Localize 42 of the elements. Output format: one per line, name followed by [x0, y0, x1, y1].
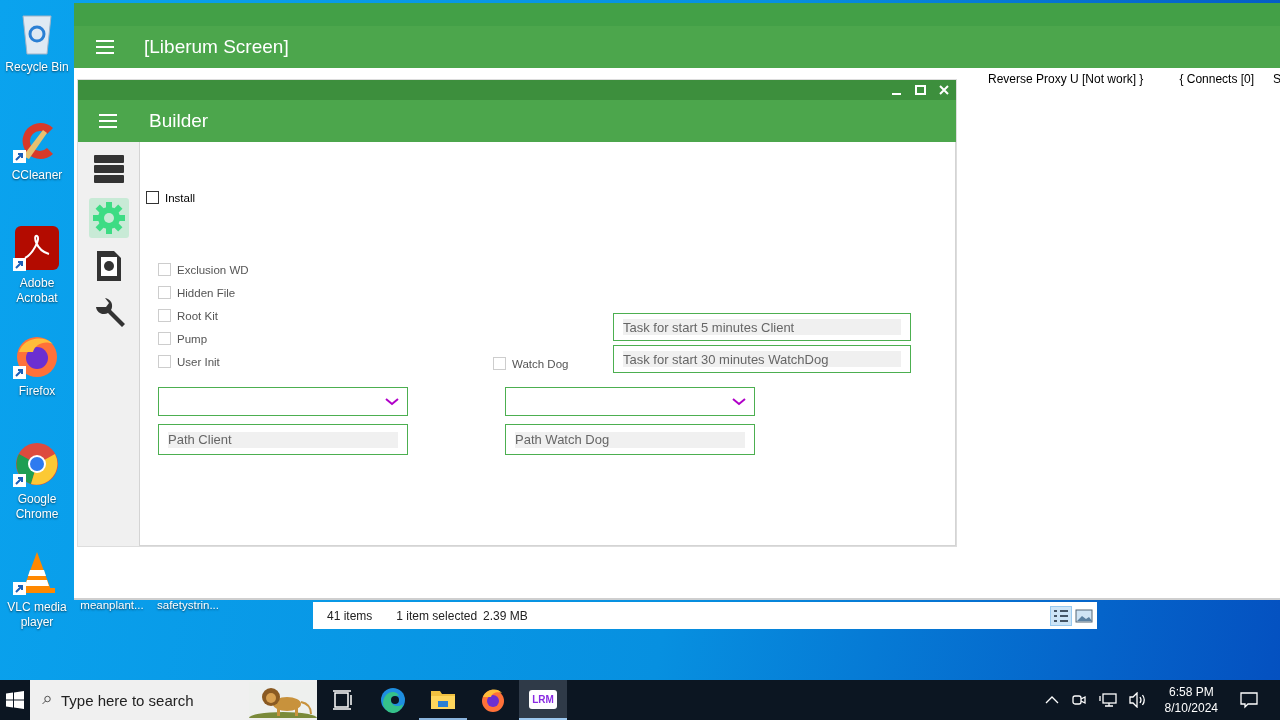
chevron-down-icon — [732, 397, 746, 406]
details-view-icon[interactable] — [1051, 606, 1071, 625]
start-icon[interactable] — [6, 691, 24, 709]
app-icon: LRM — [529, 689, 557, 709]
clock-date[interactable]: 8/10/2024 — [1164, 700, 1218, 716]
taskbar-button[interactable]: LRM — [519, 680, 567, 720]
input-field[interactable]: Task for start 30 minutes WatchDog — [613, 345, 911, 373]
browser-icon — [380, 687, 406, 713]
folder-icon — [430, 688, 456, 710]
thumbnail-view-icon[interactable] — [1075, 608, 1093, 623]
chevron-down-icon — [385, 397, 399, 406]
network-icon[interactable] — [1098, 692, 1117, 708]
firefox-icon — [480, 687, 506, 713]
dropdown[interactable] — [158, 387, 408, 416]
checkbox-label[interactable]: Install — [165, 191, 196, 204]
menu-item[interactable]: S — [1273, 72, 1280, 86]
menu-icon[interactable] — [99, 114, 117, 128]
search-box[interactable]: Type here to search — [30, 680, 317, 720]
search-field[interactable]: Type here to search — [61, 691, 231, 709]
checkbox[interactable] — [146, 191, 159, 204]
maximize-icon[interactable] — [915, 85, 926, 95]
selection-info: 1 item selected — [396, 608, 478, 623]
task-view-icon — [332, 690, 354, 710]
menu-item[interactable]: { Connects [0] — [1179, 72, 1255, 86]
chrome-icon[interactable] — [13, 440, 61, 488]
menu-item[interactable]: Reverse Proxy U [Not work] } — [988, 72, 1144, 86]
input-field[interactable]: Path Watch Dog — [505, 424, 755, 455]
close-icon[interactable] — [939, 85, 949, 95]
dropdown[interactable] — [505, 387, 755, 416]
window-title: [Liberum Screen] — [144, 36, 289, 58]
volume-icon[interactable] — [1128, 692, 1147, 708]
menu-icon[interactable] — [96, 40, 114, 54]
acrobat-icon[interactable] — [13, 224, 61, 272]
clock-time[interactable]: 6:58 PM — [1168, 684, 1214, 700]
input-field[interactable]: Task for start 5 minutes Client — [613, 313, 911, 341]
camera-icon[interactable] — [1070, 692, 1087, 708]
item-count: 41 items — [327, 608, 373, 623]
input-field[interactable]: Path Client — [158, 424, 408, 455]
chevron-up-icon[interactable] — [1044, 695, 1059, 705]
selection-size: 2.39 MB — [483, 608, 528, 623]
notification-icon[interactable] — [1240, 691, 1258, 709]
window-title: Builder — [149, 110, 209, 132]
